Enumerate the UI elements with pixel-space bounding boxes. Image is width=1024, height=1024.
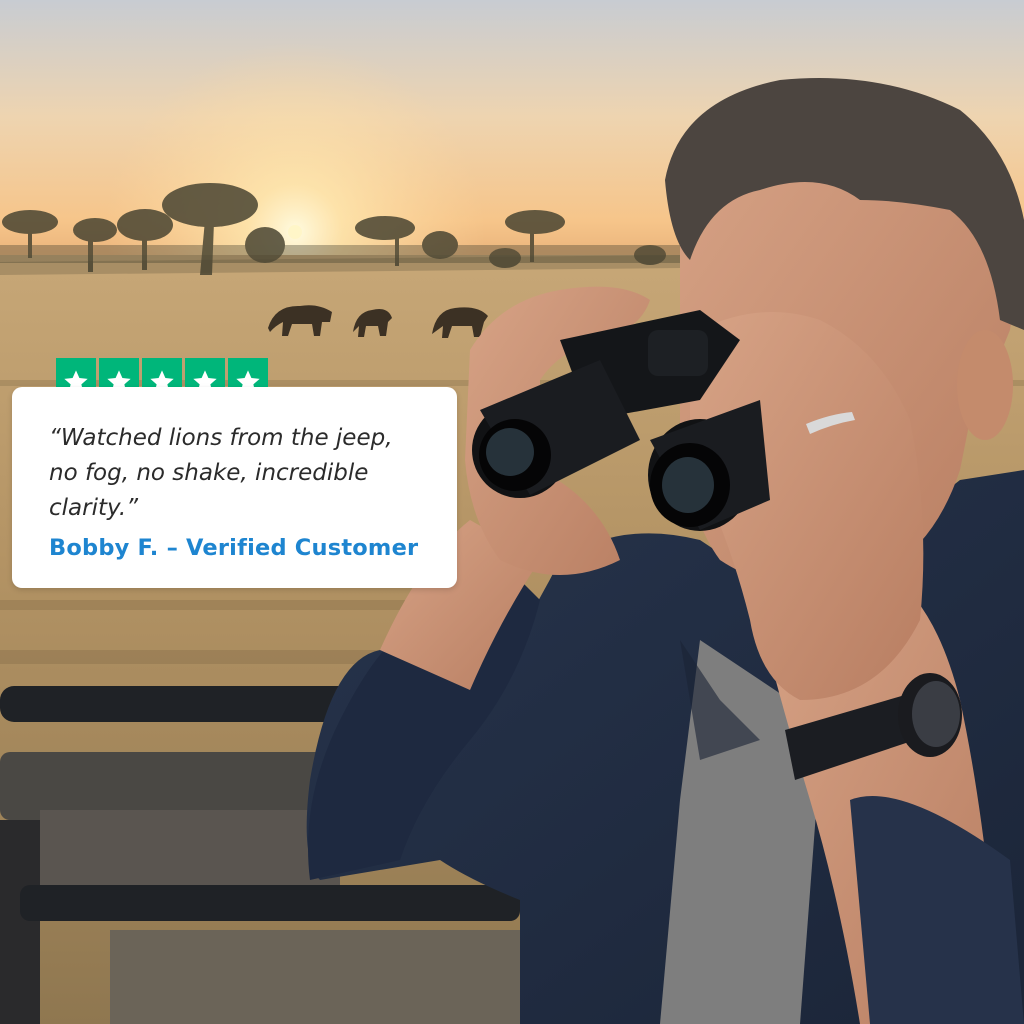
review-card: “Watched lions from the jeep, no fog, no…: [12, 387, 457, 588]
review-quote: “Watched lions from the jeep, no fog, no…: [49, 425, 393, 521]
review-author: Bobby F. – Verified Customer: [49, 535, 419, 561]
sun: [288, 225, 302, 239]
